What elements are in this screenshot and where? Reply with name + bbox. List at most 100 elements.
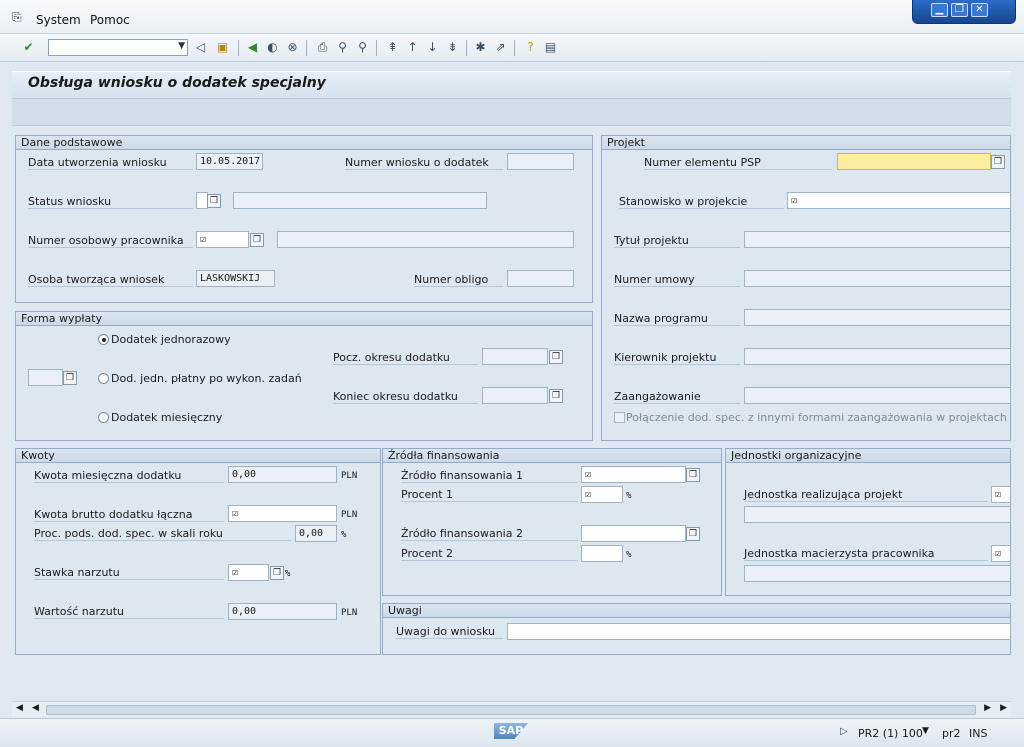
- field-numer-umowy: [744, 270, 1011, 287]
- menu-system[interactable]: System: [36, 13, 81, 27]
- value-help-icon[interactable]: ❐: [270, 566, 284, 580]
- command-field[interactable]: ▼: [48, 39, 188, 56]
- horizontal-scrollbar[interactable]: ◀ ◀ ▶ ▶: [12, 701, 1011, 717]
- label-zaangazowanie: Zaangażowanie: [614, 390, 740, 404]
- exit-icon[interactable]: ◐: [264, 39, 281, 56]
- new-session-icon[interactable]: ✱: [472, 39, 489, 56]
- field-proc-pods: 0,00: [295, 525, 337, 542]
- label-numer-psp: Numer elementu PSP: [644, 156, 832, 170]
- group-title: Jednostki organizacyjne: [726, 449, 1010, 463]
- label-nazwa-programu: Nazwa programu: [614, 312, 740, 326]
- field-jednostka-macierzysta[interactable]: ☑: [991, 545, 1011, 562]
- field-zrodlo-1[interactable]: ☑: [581, 466, 686, 483]
- value-help-icon[interactable]: ❐: [207, 194, 221, 208]
- radio-dod-jedn-platny[interactable]: [98, 373, 109, 384]
- field-stawka-narzutu[interactable]: ☑: [228, 564, 269, 581]
- value-help-icon[interactable]: ❐: [250, 233, 264, 247]
- label-zrodlo-1: Źródło finansowania 1: [401, 469, 578, 483]
- radio-dodatek-jednorazowy[interactable]: [98, 334, 109, 345]
- shortcut-icon[interactable]: ⇗: [492, 39, 509, 56]
- last-page-icon[interactable]: ⇟: [444, 39, 461, 56]
- close-icon[interactable]: ✕: [971, 3, 988, 17]
- value-help-icon[interactable]: ❐: [549, 389, 563, 403]
- field-numer-pracownika[interactable]: ☑: [196, 231, 249, 248]
- separator: [376, 40, 377, 56]
- field-uwagi[interactable]: [507, 623, 1011, 640]
- field-pracownik-text: [277, 231, 574, 248]
- field-forma-code[interactable]: [28, 369, 63, 386]
- label-polaczenie: Połączenie dod. spec. z innymi formami z…: [626, 411, 1007, 424]
- system-info[interactable]: PR2 (1) 100: [858, 727, 923, 740]
- checkbox-polaczenie[interactable]: [614, 412, 625, 423]
- field-zrodlo-2[interactable]: [581, 525, 686, 542]
- label-numer-umowy: Numer umowy: [614, 273, 740, 287]
- prev-page-icon[interactable]: ↑: [404, 39, 421, 56]
- restore-icon[interactable]: ❐: [951, 3, 968, 17]
- help-icon[interactable]: ?: [522, 39, 539, 56]
- first-page-icon[interactable]: ⇞: [384, 39, 401, 56]
- minimize-icon[interactable]: ▁: [931, 3, 948, 17]
- field-numer-obligo[interactable]: [507, 270, 574, 287]
- layout-icon[interactable]: ▤: [542, 39, 559, 56]
- field-data-utworzenia: 10.05.2017: [196, 153, 263, 170]
- scroll-thumb[interactable]: [46, 705, 976, 715]
- input-mode: INS: [969, 727, 988, 740]
- label-osoba-tworzaca: Osoba tworząca wniosek: [28, 273, 193, 287]
- scroll-right-icon[interactable]: ▶: [1000, 703, 1007, 713]
- label-data-utworzenia: Data utworzenia wniosku: [28, 156, 193, 170]
- value-help-icon[interactable]: ❐: [686, 468, 700, 482]
- field-zaangazowanie: [744, 387, 1011, 404]
- field-stanowisko[interactable]: ☑: [787, 192, 1011, 209]
- scroll-left-icon[interactable]: ◀: [32, 703, 39, 713]
- chevron-down-icon[interactable]: ▼: [922, 726, 929, 736]
- label-kierownik-projektu: Kierownik projektu: [614, 351, 740, 365]
- radio-dodatek-miesieczny[interactable]: [98, 412, 109, 423]
- field-procent-1[interactable]: ☑: [581, 486, 623, 503]
- field-koniec-okresu[interactable]: [482, 387, 548, 404]
- menu-help[interactable]: Pomoc: [90, 13, 130, 27]
- percent-unit: %: [626, 491, 632, 501]
- next-page-icon[interactable]: ↓: [424, 39, 441, 56]
- label-procent-1: Procent 1: [401, 488, 578, 502]
- label-numer-pracownika: Numer osobowy pracownika: [28, 234, 193, 248]
- status-toggle-icon[interactable]: ▷: [840, 726, 848, 737]
- group-title: Dane podstawowe: [16, 136, 592, 150]
- field-kwota-miesieczna: 0,00: [228, 466, 337, 483]
- group-title: Projekt: [602, 136, 1010, 150]
- field-pocz-okresu[interactable]: [482, 348, 548, 365]
- window-controls: ▁ ❐ ✕: [912, 0, 1016, 24]
- page-title: Obsługa wniosku o dodatek specjalny: [28, 75, 326, 91]
- value-help-icon[interactable]: ❐: [991, 155, 1005, 169]
- scroll-left-icon[interactable]: ◀: [16, 703, 23, 713]
- value-help-icon[interactable]: ❐: [63, 371, 77, 385]
- print-icon[interactable]: ⎙: [314, 39, 331, 56]
- group-title: Forma wypłaty: [16, 312, 592, 326]
- history-back-icon[interactable]: ◁: [192, 39, 209, 56]
- menu-icon[interactable]: ⎘: [12, 10, 22, 25]
- enter-icon[interactable]: ✔: [20, 39, 37, 56]
- cancel-icon[interactable]: ⊗: [284, 39, 301, 56]
- separator: [238, 40, 239, 56]
- value-help-icon[interactable]: ❐: [549, 350, 563, 364]
- chevron-down-icon[interactable]: ▼: [178, 41, 185, 51]
- field-status-text: [233, 192, 487, 209]
- label-numer-wniosku: Numer wniosku o dodatek: [345, 156, 503, 170]
- field-wartosc-narzutu: 0,00: [228, 603, 337, 620]
- label-uwagi: Uwagi do wniosku: [396, 625, 503, 639]
- save-icon[interactable]: ▣: [214, 39, 231, 56]
- field-jednostka-realizujaca[interactable]: ☑: [991, 486, 1011, 503]
- value-help-icon[interactable]: ❐: [686, 527, 700, 541]
- field-numer-wniosku[interactable]: [507, 153, 574, 170]
- field-procent-2[interactable]: [581, 545, 623, 562]
- field-numer-psp[interactable]: [837, 153, 991, 170]
- find-icon[interactable]: ⚲: [334, 39, 351, 56]
- find-next-icon[interactable]: ⚲: [354, 39, 371, 56]
- group-title: Uwagi: [383, 604, 1010, 618]
- back-icon[interactable]: ◀: [244, 39, 261, 56]
- label-dodatek-miesieczny: Dodatek miesięczny: [111, 411, 223, 424]
- separator: [514, 40, 515, 56]
- currency-unit: PLN: [341, 471, 358, 481]
- scroll-right-icon[interactable]: ▶: [984, 703, 991, 713]
- field-kwota-brutto[interactable]: ☑: [228, 505, 337, 522]
- label-jednostka-realizujaca: Jednostka realizująca projekt: [744, 488, 988, 502]
